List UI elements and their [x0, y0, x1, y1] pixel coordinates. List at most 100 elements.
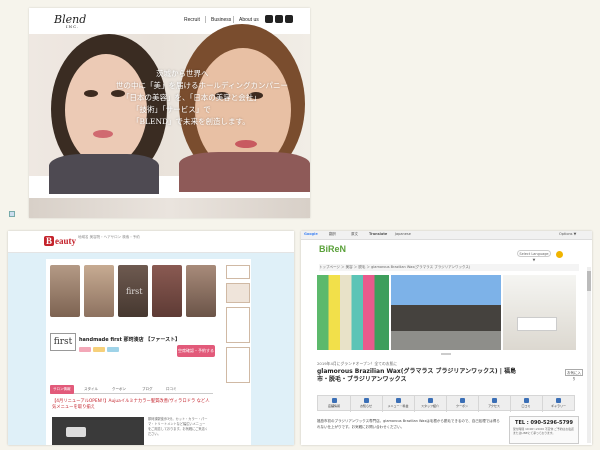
tab-salon-info[interactable]: サロン情報: [50, 385, 74, 394]
home-icon: [331, 398, 337, 403]
options-menu[interactable]: Options ▼: [559, 232, 576, 236]
hero-line: 茨城から世界へ: [156, 69, 209, 78]
menu-label: スタッフ紹介: [420, 404, 439, 408]
style-photo[interactable]: [84, 265, 114, 317]
tab-coupon[interactable]: クーポン: [112, 385, 126, 394]
salon-name: handmade first 那珂湊店 【ファースト】: [79, 337, 181, 343]
hero-eye-left: [84, 90, 98, 97]
scrollbar-track[interactable]: [587, 267, 591, 443]
hero-line: 「BLEND」で未来を創造します。: [132, 117, 250, 126]
beauty-sidebar: [226, 265, 250, 383]
language-selector[interactable]: Select Language ▼: [517, 250, 551, 262]
scrollbar-thumb[interactable]: [587, 271, 591, 291]
nav-business[interactable]: Business: [211, 17, 231, 23]
product-photo: [317, 275, 389, 350]
menu-label: アクセス: [488, 404, 500, 408]
salon-tag: [79, 347, 91, 352]
staff-icon: [427, 398, 433, 403]
menu-label: お知らせ: [360, 404, 372, 408]
beauty-logo-text: eauty: [55, 236, 77, 246]
original-button[interactable]: 原文: [351, 232, 358, 237]
tab-reviews[interactable]: 口コミ: [166, 385, 177, 394]
beauty-screenshot: Beauty 地域名 美容院・ヘアサロン 検索・予約 first first h…: [8, 231, 294, 445]
menu-staff[interactable]: スタッフ紹介: [414, 396, 447, 412]
tel-box[interactable]: TEL : 090-5296-5799 受付時間 10:00〜20:00 不定休…: [509, 416, 579, 444]
menu-label: クーポン: [455, 404, 468, 408]
style-photo[interactable]: [50, 265, 80, 317]
beauty-logo[interactable]: Beauty: [44, 236, 76, 246]
sidebar-box[interactable]: [226, 307, 250, 343]
hero-lips-right: [235, 140, 257, 148]
coupon-icon: [459, 398, 465, 403]
room-photo: [503, 275, 576, 350]
menu-price[interactable]: メニュー・料金: [382, 396, 415, 412]
treatment-bed: [517, 317, 557, 331]
search-icon[interactable]: [556, 251, 563, 258]
hero-line: 「技術」「サービス」で: [132, 105, 211, 114]
menu-shop-info[interactable]: 店舗情報: [318, 396, 351, 412]
brazil-screenshot: Google 翻訳 原文 Translate Japanese Options …: [301, 231, 592, 445]
shop-sign: [66, 427, 86, 437]
menu-label: 店舗情報: [327, 404, 340, 408]
salon-tag: [93, 347, 105, 352]
price-icon: [395, 398, 401, 403]
reserve-button[interactable]: 空席確認・予約する: [177, 345, 215, 357]
translate-button[interactable]: Translate: [369, 232, 387, 236]
salon-tabs: サロン情報 スタイル クーポン ブログ 口コミ: [50, 385, 213, 394]
tab-style[interactable]: スタイル: [84, 385, 98, 394]
page-title: glamorous Brazilian Wax(グラマラス ブラジリアンワックス…: [317, 368, 517, 383]
phone-number[interactable]: TEL : 090-5296-5799: [510, 420, 578, 426]
favorite-button[interactable]: お気に入り: [565, 369, 583, 381]
slider-dots[interactable]: [441, 353, 451, 355]
google-logo: Google: [304, 232, 318, 236]
nav-divider: [233, 16, 234, 23]
hero-image: 茨城から世界へ 世の中に「美」を届けるホールディングカンパニー 「日本の美容」を…: [29, 24, 310, 194]
menu-reviews[interactable]: 口コミ: [510, 396, 543, 412]
banner-images: [317, 275, 576, 350]
blend-logo[interactable]: Blend INC.: [54, 13, 86, 29]
hero-copy: 茨城から世界へ 世の中に「美」を届けるホールディングカンパニー 「日本の美容」を…: [116, 68, 288, 128]
menu-label: メニュー・料金: [387, 404, 409, 408]
menu-access[interactable]: アクセス: [478, 396, 511, 412]
salon-description: 那珂湊駅徒歩3分。カット・カラー・パーマ・トリートメントなど幅広いメニューをご用…: [148, 417, 208, 436]
menu-coupon[interactable]: クーポン: [446, 396, 479, 412]
building-photo: [391, 275, 501, 350]
google-translate-bar: Google 翻訳 原文 Translate Japanese Options …: [301, 231, 592, 240]
site-logo[interactable]: BiReN: [319, 244, 346, 254]
nav-divider: [205, 16, 206, 23]
gallery-icon: [556, 398, 561, 403]
style-photo[interactable]: [186, 265, 216, 317]
sidebar-box[interactable]: [226, 347, 250, 383]
shop-photo: [52, 417, 144, 445]
menu-label: ギャラリー: [550, 404, 566, 408]
nav-about-us[interactable]: About us: [239, 17, 259, 23]
hero-line: 世の中に「美」を届けるホールディングカンパニー: [116, 81, 288, 90]
language-select[interactable]: Japanese: [395, 232, 411, 236]
beauty-header-text: 地域名 美容院・ヘアサロン 検索・予約: [78, 235, 140, 239]
instagram-icon[interactable]: [265, 15, 273, 23]
shop-menu-bar: 店舗情報 お知らせ メニュー・料金 スタッフ紹介 クーポン アクセス 口コミ ギ…: [317, 395, 575, 412]
broken-image-icon: [9, 211, 15, 217]
sidebar-box[interactable]: [226, 265, 250, 279]
facebook-icon[interactable]: [275, 15, 283, 23]
beauty-main: first first handmade first 那珂湊店 【ファースト】 …: [46, 259, 251, 445]
nav-recruit[interactable]: Recruit: [184, 17, 200, 23]
sidebar-box[interactable]: [226, 283, 250, 303]
shop-description: 福島市初のブラジリアンワックス専門店。glamorous Brazilian W…: [317, 419, 500, 429]
hero-clothes-left: [49, 154, 159, 194]
tel-note: 受付時間 10:00〜20:00 不定休 ご予約はお電話またはLINEにて承って…: [513, 427, 574, 435]
salon-logo: first: [50, 333, 76, 351]
breadcrumb[interactable]: トップページ ＞ 美容 ＞ 脱毛 ＞ glamorous Brazilian W…: [319, 264, 579, 271]
promo-text: 【4月リニューアルOPEN!!】Aujuaイルミナカラー髪質改善/ヴィラロドラ …: [52, 399, 210, 410]
blend-screenshot: Blend INC. Recruit Business About us 茨城から…: [29, 8, 310, 218]
salon-tag: [107, 347, 119, 352]
menu-gallery[interactable]: ギャラリー: [542, 396, 575, 412]
style-photo[interactable]: [152, 265, 182, 317]
menu-news[interactable]: お知らせ: [350, 396, 383, 412]
twitter-icon[interactable]: [285, 15, 293, 23]
map-icon: [491, 398, 497, 403]
intro-line: 2019年4月にグランドオープン！全てのお肌に: [317, 361, 398, 366]
tab-blog[interactable]: ブログ: [142, 385, 153, 394]
hero-lips-left: [93, 130, 113, 138]
translate-label: 翻訳: [329, 232, 336, 236]
